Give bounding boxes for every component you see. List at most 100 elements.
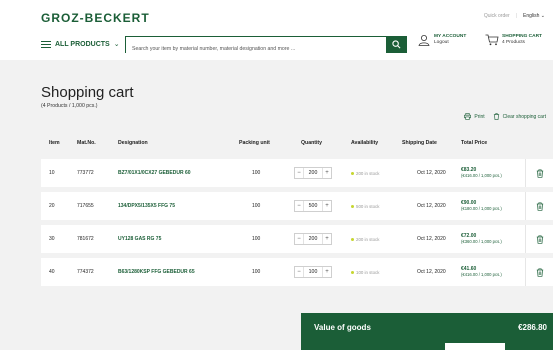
column-header: Shipping Date xyxy=(402,140,437,146)
separator: | xyxy=(515,13,517,19)
trash-icon xyxy=(536,267,543,277)
value-of-goods-label: Value of goods xyxy=(314,323,371,332)
designation-link[interactable]: B63/1280KSP FFG GEBEDUR 65 xyxy=(118,258,195,286)
shipping-date: Oct 12, 2020 xyxy=(417,236,446,242)
search-icon xyxy=(392,40,401,49)
menu-icon xyxy=(41,40,51,48)
item-number: 20 xyxy=(49,203,55,209)
search-button[interactable] xyxy=(386,36,407,53)
cart-content: Shopping cart (4 Products / 1,000 pcs.) … xyxy=(0,60,553,350)
search-input[interactable] xyxy=(126,41,386,57)
delete-row-button[interactable] xyxy=(525,258,553,286)
material-number: 781672 xyxy=(77,236,94,242)
chevron-down-icon: ⌄ xyxy=(540,13,545,19)
packing-unit: 100 xyxy=(252,269,261,275)
designation-link[interactable]: 134/DPX5/135X5 FFG 75 xyxy=(118,192,175,220)
cart-count: 4 Products xyxy=(502,40,525,45)
top-links: Quick order | English ⌄ xyxy=(484,13,545,19)
value-of-goods-amount: €286.80 xyxy=(518,323,547,332)
availability: 100 in stock xyxy=(351,258,379,286)
decrease-button[interactable]: − xyxy=(295,269,303,275)
delete-row-button[interactable] xyxy=(525,159,553,187)
quantity-input[interactable]: 200 xyxy=(303,168,323,178)
search-bar xyxy=(125,36,407,57)
user-icon xyxy=(418,35,430,46)
delete-row-button[interactable] xyxy=(525,225,553,253)
quantity-stepper: − 100 + xyxy=(294,266,332,278)
material-number: 774372 xyxy=(77,269,94,275)
column-header: Designation xyxy=(118,140,148,146)
increase-button[interactable]: + xyxy=(323,269,331,275)
logo[interactable]: GROZ-BECKERT xyxy=(41,11,150,25)
all-products-label: ALL PRODUCTS xyxy=(55,40,110,48)
table-row: 30 781672 UY128 GAS RG 75 100 − 200 + 20… xyxy=(41,225,553,253)
increase-button[interactable]: + xyxy=(323,236,331,242)
total-price: €90.00 (€180.00 / 1,000 pcs.) xyxy=(461,192,502,220)
increase-button[interactable]: + xyxy=(323,170,331,176)
delete-row-button[interactable] xyxy=(525,192,553,220)
my-account-link[interactable]: MY ACCOUNT Logout xyxy=(418,34,466,46)
print-button[interactable]: Print xyxy=(464,113,485,120)
table-row: 40 774372 B63/1280KSP FFG GEBEDUR 65 100… xyxy=(41,258,553,286)
quantity-stepper: − 500 + xyxy=(294,200,332,212)
trash-icon xyxy=(536,168,543,178)
column-header: Item xyxy=(49,140,60,146)
availability-text: 500 in stock xyxy=(356,203,380,209)
shipping-date: Oct 12, 2020 xyxy=(417,170,446,176)
decrease-button[interactable]: − xyxy=(295,236,303,242)
clear-cart-button[interactable]: Clear shopping cart xyxy=(493,113,546,120)
availability-text: 200 in stock xyxy=(356,170,380,176)
print-label: Print xyxy=(474,113,485,120)
table-header: Item Mat.No. Designation Packing unit Qu… xyxy=(41,140,553,150)
packing-unit: 100 xyxy=(252,170,261,176)
summary-field xyxy=(445,343,505,350)
decrease-button[interactable]: − xyxy=(295,203,303,209)
quantity-input[interactable]: 100 xyxy=(303,267,323,277)
logout-link[interactable]: Logout xyxy=(434,40,449,45)
shipping-date: Oct 12, 2020 xyxy=(417,203,446,209)
designation-link[interactable]: UY128 GAS RG 75 xyxy=(118,225,161,253)
unit-price: (€180.00 / 1,000 pcs.) xyxy=(461,206,502,211)
all-products-menu[interactable]: ALL PRODUCTS ⌄ xyxy=(41,40,120,48)
printer-icon xyxy=(464,113,472,120)
stock-indicator-icon xyxy=(351,171,354,175)
column-header: Mat.No. xyxy=(77,140,96,146)
quick-order-link[interactable]: Quick order xyxy=(484,13,510,19)
quantity-stepper: − 200 + xyxy=(294,167,332,179)
availability: 200 in stock xyxy=(351,159,379,187)
trash-icon xyxy=(536,234,543,244)
page-title: Shopping cart xyxy=(41,84,134,101)
quantity-stepper: − 200 + xyxy=(294,233,332,245)
cart-actions: Print Clear shopping cart xyxy=(464,113,546,120)
stock-indicator-icon xyxy=(351,237,354,241)
cart-summary-count: (4 Products / 1,000 pcs.) xyxy=(41,103,98,109)
column-header: Quantity xyxy=(301,140,323,146)
material-number: 717655 xyxy=(77,203,94,209)
item-number: 10 xyxy=(49,170,55,176)
shopping-cart-link[interactable]: SHOPPING CART 4 Products xyxy=(485,34,542,46)
unit-price: (€416.00 / 1,000 pcs.) xyxy=(461,173,502,178)
packing-unit: 100 xyxy=(252,203,261,209)
language-selector[interactable]: English ⌄ xyxy=(523,13,545,19)
increase-button[interactable]: + xyxy=(323,203,331,209)
item-number: 40 xyxy=(49,269,55,275)
clear-cart-label: Clear shopping cart xyxy=(502,113,546,120)
availability-text: 100 in stock xyxy=(356,269,380,275)
unit-price: (€360.00 / 1,000 pcs.) xyxy=(461,239,502,244)
quantity-input[interactable]: 200 xyxy=(303,234,323,244)
item-number: 30 xyxy=(49,236,55,242)
total-price: €83.20 (€416.00 / 1,000 pcs.) xyxy=(461,159,502,187)
language-label: English xyxy=(523,13,540,19)
material-number: 773772 xyxy=(77,170,94,176)
unit-price: (€416.00 / 1,000 pcs.) xyxy=(461,272,502,277)
column-header: Packing unit xyxy=(239,140,270,146)
designation-link[interactable]: BZ7/01X1/0CX27 GEBEDUR 60 xyxy=(118,159,191,187)
total-price: €41.60 (€416.00 / 1,000 pcs.) xyxy=(461,258,502,286)
shipping-date: Oct 12, 2020 xyxy=(417,269,446,275)
site-header: GROZ-BECKERT Quick order | English ⌄ ALL… xyxy=(0,0,553,60)
quantity-input[interactable]: 500 xyxy=(303,201,323,211)
total-price: €72.00 (€360.00 / 1,000 pcs.) xyxy=(461,225,502,253)
chevron-down-icon: ⌄ xyxy=(113,41,120,48)
trash-icon xyxy=(536,201,543,211)
decrease-button[interactable]: − xyxy=(295,170,303,176)
